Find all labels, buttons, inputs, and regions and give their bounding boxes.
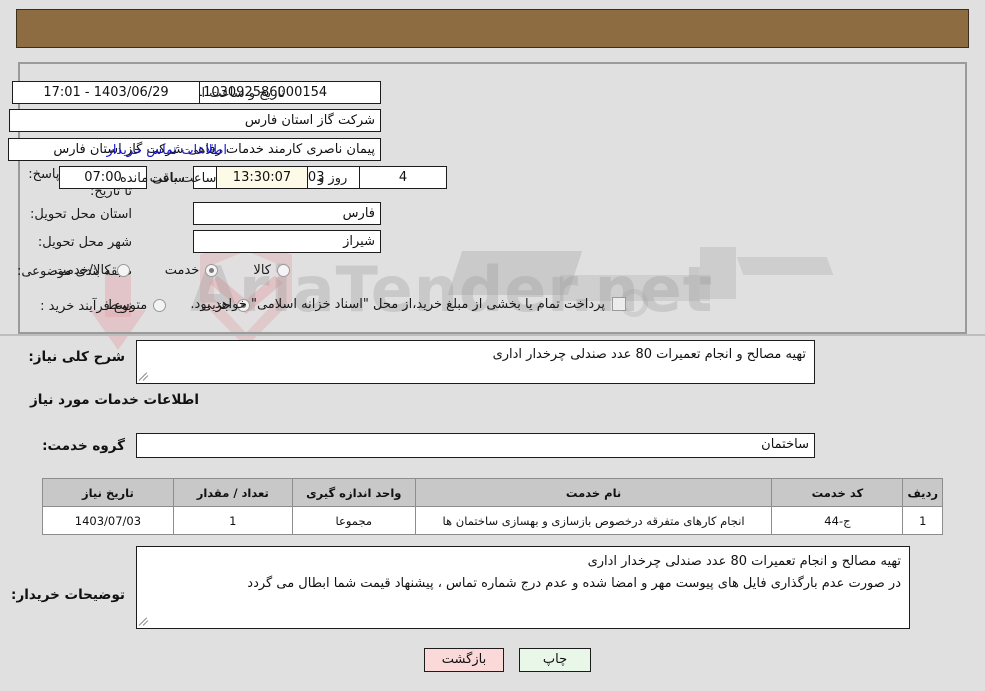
treasury-docs-checkbox[interactable]	[612, 297, 626, 311]
print-button[interactable]: چاپ	[519, 648, 591, 672]
cell-name: انجام کارهای متفرقه درخصوص بازسازی و بهس…	[414, 506, 773, 535]
delivery-province-label: استان محل تحویل:	[30, 207, 132, 222]
radio-category-0-label: کالا	[253, 263, 271, 278]
buyer-notes-line-1: تهیه مصالح و انجام تعمیرات 80 عدد صندلی …	[587, 554, 901, 569]
table-header-row: ردیف کد خدمت نام خدمت واحد اندازه گیری ت…	[42, 478, 943, 507]
back-button[interactable]: بازگشت	[424, 648, 504, 672]
delivery-city-label: شهر محل تحویل:	[37, 235, 132, 250]
cell-code: ج-44	[771, 506, 904, 535]
general-need-label: شرح کلی نیاز:	[28, 349, 125, 365]
treasury-docs-note: پرداخت تمام یا بخشی از مبلغ خرید،از محل …	[190, 297, 605, 312]
announce-datetime-field[interactable]: 17:01 - 1403/06/29	[12, 81, 200, 104]
page-header-bar	[16, 9, 969, 48]
buyer-contact-link[interactable]: اطلاعات تماس خریدار	[107, 142, 227, 159]
buyer-notes-line-2: در صورت عدم بارگذاری فایل های پیوست مهر …	[247, 576, 901, 591]
remaining-days-label: روز و	[318, 171, 348, 186]
radio-category-2[interactable]: کالا/خدمت	[54, 263, 130, 278]
subject-category-radio-group[interactable]: کالا خدمت کالا/خدمت	[24, 260, 290, 279]
col-header-row: ردیف	[902, 478, 943, 507]
cell-qty: 1	[172, 506, 293, 535]
col-header-name: نام خدمت	[414, 478, 773, 507]
services-info-heading: اطلاعات خدمات مورد نیاز	[29, 392, 199, 408]
cell-date: 1403/07/03	[42, 506, 174, 535]
section-divider	[0, 334, 985, 336]
radio-category-1[interactable]: خدمت	[165, 263, 219, 278]
col-header-code: کد خدمت	[771, 478, 904, 507]
radio-category-1-label: خدمت	[164, 263, 200, 278]
resize-handle-icon[interactable]	[138, 615, 151, 627]
radio-button-icon[interactable]	[116, 264, 130, 277]
table-row[interactable]: 1 ج-44 انجام کارهای متفرقه درخصوص بازساز…	[42, 506, 943, 535]
col-header-unit: واحد اندازه گیری	[291, 478, 416, 507]
general-need-value: تهیه مصالح و انجام تعمیرات 80 عدد صندلی …	[492, 347, 806, 362]
col-header-qty: تعداد / مقدار	[172, 478, 293, 507]
delivery-city-field[interactable]: شیراز	[193, 230, 381, 253]
remaining-days-field[interactable]: 4	[359, 166, 447, 189]
services-table: ردیف کد خدمت نام خدمت واحد اندازه گیری ت…	[42, 478, 943, 535]
tender-detail-page: AriaTender.net جزئیات اطلاعات نیاز شماره…	[0, 0, 985, 691]
radio-category-0[interactable]: کالا	[253, 263, 290, 278]
radio-button-selected-icon[interactable]	[205, 264, 219, 277]
radio-category-2-label: کالا/خدمت	[54, 263, 111, 278]
resize-handle-icon[interactable]	[138, 370, 151, 382]
buyer-notes-textarea[interactable]: تهیه مصالح و انجام تعمیرات 80 عدد صندلی …	[136, 546, 910, 629]
general-need-textarea[interactable]: تهیه مصالح و انجام تعمیرات 80 عدد صندلی …	[136, 340, 815, 384]
radio-process-1-label: متوسط	[106, 298, 148, 313]
cell-unit: مجموعا	[291, 506, 416, 535]
buyer-notes-label: توضیحات خریدار:	[11, 587, 125, 603]
countdown-label: ساعت باقی مانده	[120, 171, 217, 186]
service-group-field[interactable]: ساختمان	[136, 433, 815, 458]
countdown-field: 13:30:07	[216, 166, 308, 189]
cell-row: 1	[902, 506, 943, 535]
radio-button-icon[interactable]	[153, 299, 167, 312]
radio-process-1[interactable]: متوسط	[106, 298, 167, 313]
radio-button-icon[interactable]	[277, 264, 290, 277]
buyer-org-field[interactable]: شرکت گاز استان فارس	[9, 109, 381, 132]
col-header-date: تاریخ نیاز	[42, 478, 174, 507]
delivery-province-field[interactable]: فارس	[193, 202, 381, 225]
service-group-label: گروه خدمت:	[42, 438, 125, 454]
